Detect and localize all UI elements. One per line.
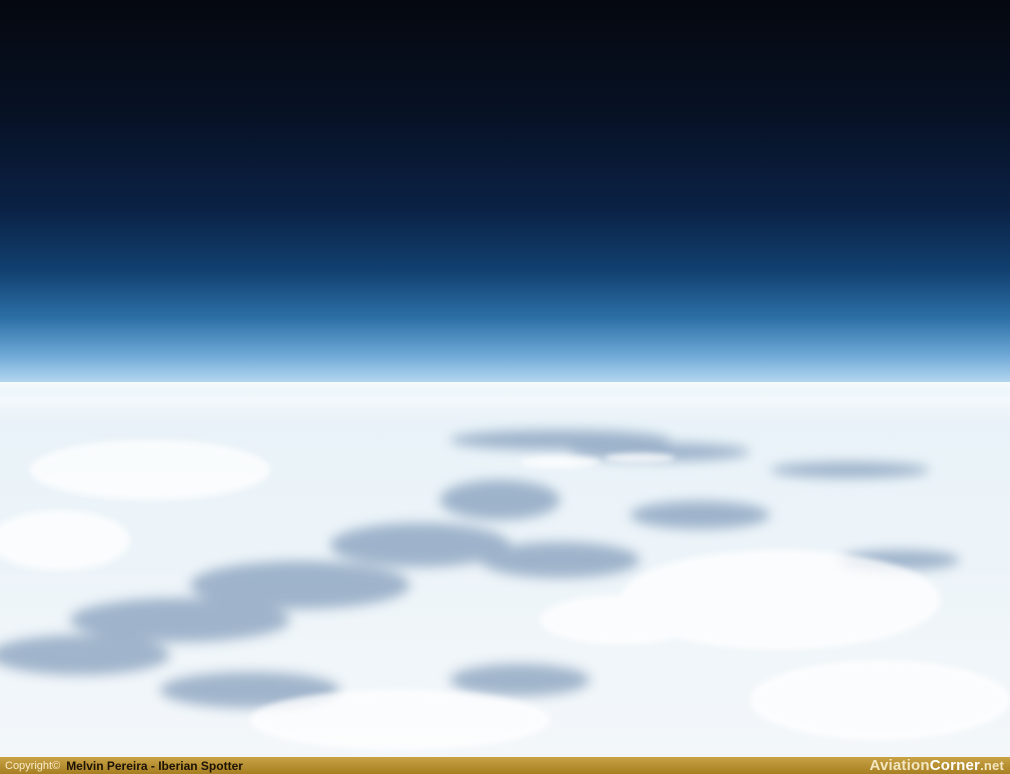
credit-bar: Copyright© Melvin Pereira - Iberian Spot… [0, 757, 1010, 774]
site-logo[interactable]: AviationCorner.net [869, 757, 1004, 774]
horizon-haze [0, 382, 1010, 422]
site-logo-part2: Corner [929, 757, 981, 774]
photo-credit: Copyright© Melvin Pereira - Iberian Spot… [5, 759, 243, 773]
aerial-photo [0, 0, 1010, 757]
site-logo-part1: Aviation [869, 757, 930, 774]
copyright-label: Copyright© [5, 759, 61, 772]
author-name: Melvin Pereira - Iberian Spotter [66, 758, 243, 773]
cloud-layer [0, 382, 1010, 750]
site-logo-part3: .net [980, 758, 1004, 773]
